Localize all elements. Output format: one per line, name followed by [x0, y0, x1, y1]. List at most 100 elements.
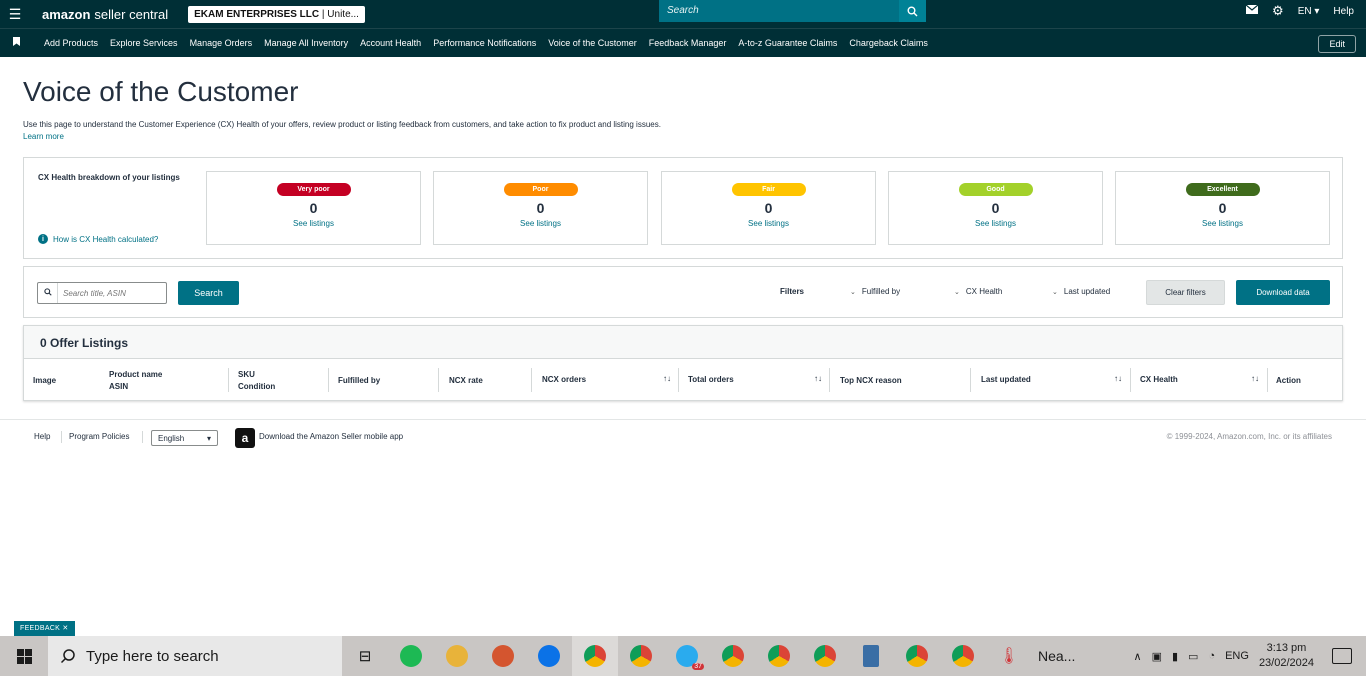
amazon-app-icon[interactable]: a: [235, 428, 255, 448]
task-view-icon[interactable]: ⊟: [342, 636, 388, 676]
nav-item-voice-of-customer[interactable]: Voice of the Customer: [548, 38, 637, 48]
language-selector[interactable]: EN ▾: [1298, 6, 1320, 17]
zoom-icon[interactable]: [526, 636, 572, 676]
column-divider: [1130, 368, 1131, 392]
chrome-icon[interactable]: [802, 636, 848, 676]
col-sku-label: SKU: [238, 370, 255, 379]
telegram-icon[interactable]: 37: [664, 636, 710, 676]
thermometer-icon[interactable]: 🌡: [986, 636, 1032, 676]
col-ncx-orders[interactable]: NCX orders: [542, 374, 586, 386]
download-app-link[interactable]: Download the Amazon Seller mobile app: [259, 432, 403, 441]
chrome-icon[interactable]: [940, 636, 986, 676]
microphone-icon[interactable]: ▮: [1172, 650, 1178, 663]
global-search: Search: [659, 0, 926, 22]
chrome-icon[interactable]: [894, 636, 940, 676]
see-listings-link[interactable]: See listings: [1202, 219, 1243, 228]
cx-card-excellent: Excellent 0 See listings: [1115, 171, 1330, 245]
see-listings-link[interactable]: See listings: [293, 219, 334, 228]
footer-language-select[interactable]: English ▾: [151, 430, 218, 446]
nav-item-atoz-claims[interactable]: A-to-z Guarantee Claims: [738, 38, 837, 48]
notification-icon[interactable]: [1332, 648, 1352, 664]
cx-card-very-poor: Very poor 0 See listings: [206, 171, 421, 245]
last-updated-filter[interactable]: ⌄ Last updated: [1052, 287, 1110, 296]
col-ncx-rate[interactable]: NCX rate: [449, 375, 483, 387]
spotify-icon[interactable]: [388, 636, 434, 676]
search-icon[interactable]: [899, 0, 926, 22]
app-icon[interactable]: [480, 636, 526, 676]
filters-label: Filters: [780, 287, 805, 296]
how-calculated-link[interactable]: i How is CX Health calculated?: [38, 234, 158, 244]
how-calculated-label: How is CX Health calculated?: [53, 234, 159, 244]
close-icon[interactable]: ✕: [62, 625, 68, 632]
col-fulfilled-by[interactable]: Fulfilled by: [338, 375, 380, 387]
global-search-input[interactable]: Search: [659, 0, 899, 22]
duck-app-icon[interactable]: [434, 636, 480, 676]
nav-item-account-health[interactable]: Account Health: [360, 38, 421, 48]
input-language[interactable]: ENG: [1225, 650, 1249, 662]
chevron-down-icon: ⌄: [850, 289, 856, 296]
mail-icon[interactable]: [1245, 4, 1259, 17]
see-listings-link[interactable]: See listings: [975, 219, 1016, 228]
edit-nav-button[interactable]: Edit: [1318, 35, 1356, 53]
help-link[interactable]: Help: [1333, 6, 1354, 17]
wifi-icon[interactable]: ◔: [1208, 650, 1215, 662]
col-top-ncx-reason[interactable]: Top NCX reason: [840, 375, 902, 387]
top-right-tools: ⚙ EN ▾ Help: [1245, 0, 1354, 22]
meet-now-icon[interactable]: ▣: [1152, 650, 1162, 663]
nav-item-add-products[interactable]: Add Products: [44, 38, 98, 48]
sort-icon[interactable]: ↑↓: [1251, 374, 1259, 383]
col-cx-health[interactable]: CX Health: [1140, 374, 1178, 386]
footer-help-link[interactable]: Help: [34, 432, 50, 441]
chrome-icon[interactable]: [572, 636, 618, 676]
gear-icon[interactable]: ⚙: [1272, 3, 1284, 19]
listing-search-input[interactable]: [58, 288, 158, 298]
battery-icon[interactable]: ▭: [1188, 650, 1198, 663]
chrome-icon[interactable]: [710, 636, 756, 676]
col-total-orders[interactable]: Total orders: [688, 374, 734, 386]
listing-count: 0: [991, 200, 1000, 216]
col-sku[interactable]: SKU Condition: [238, 369, 275, 393]
download-data-button[interactable]: Download data: [1236, 280, 1330, 305]
taskbar-search[interactable]: Type here to search: [48, 636, 342, 676]
search-icon: [60, 649, 75, 664]
col-product-name[interactable]: Product name ASIN: [109, 369, 162, 393]
menu-icon[interactable]: ☰: [0, 0, 30, 28]
feedback-tab[interactable]: FEEDBACK ✕: [14, 621, 75, 636]
search-button[interactable]: Search: [178, 281, 239, 305]
col-last-updated[interactable]: Last updated: [981, 374, 1031, 386]
fulfilled-by-filter[interactable]: ⌄ Fulfilled by: [850, 287, 900, 296]
weather-text[interactable]: Nea...: [1038, 648, 1075, 664]
program-policies-link[interactable]: Program Policies: [69, 432, 129, 441]
fulfilled-by-label: Fulfilled by: [861, 287, 901, 296]
nav-item-performance-notifications[interactable]: Performance Notifications: [433, 38, 536, 48]
account-switcher[interactable]: EKAM ENTERPRISES LLC | Unite...: [188, 5, 365, 23]
nav-item-manage-inventory[interactable]: Manage All Inventory: [264, 38, 348, 48]
sort-icon[interactable]: ↑↓: [814, 374, 822, 383]
sort-icon[interactable]: ↑↓: [663, 374, 671, 383]
chevron-up-icon[interactable]: ∧: [1134, 650, 1142, 663]
learn-more-link[interactable]: Learn more: [23, 132, 64, 141]
col-action: Action: [1276, 376, 1301, 385]
nav-item-chargeback-claims[interactable]: Chargeback Claims: [849, 38, 928, 48]
sort-icon[interactable]: ↑↓: [1114, 374, 1122, 383]
nav-item-feedback-manager[interactable]: Feedback Manager: [649, 38, 727, 48]
bookmark-icon[interactable]: [0, 37, 32, 49]
calculator-icon[interactable]: [848, 636, 894, 676]
column-divider: [531, 368, 532, 392]
chevron-down-icon: ⌄: [954, 289, 960, 296]
chrome-icon[interactable]: [756, 636, 802, 676]
footer-separator: [142, 431, 143, 443]
nav-item-explore-services[interactable]: Explore Services: [110, 38, 178, 48]
windows-start-icon[interactable]: [0, 636, 48, 676]
cx-health-filter[interactable]: ⌄ CX Health: [954, 287, 1002, 296]
listing-count: 0: [764, 200, 773, 216]
seller-central-logo[interactable]: amazon seller central: [42, 7, 168, 22]
see-listings-link[interactable]: See listings: [520, 219, 561, 228]
nav-item-manage-orders[interactable]: Manage Orders: [190, 38, 253, 48]
clock-time: 3:13 pm: [1266, 642, 1307, 654]
see-listings-link[interactable]: See listings: [748, 219, 789, 228]
chrome-icon[interactable]: [618, 636, 664, 676]
taskbar-search-placeholder: Type here to search: [86, 647, 219, 665]
clear-filters-button[interactable]: Clear filters: [1146, 280, 1225, 305]
taskbar-clock[interactable]: 3:13 pm 23/02/2024: [1259, 641, 1314, 671]
